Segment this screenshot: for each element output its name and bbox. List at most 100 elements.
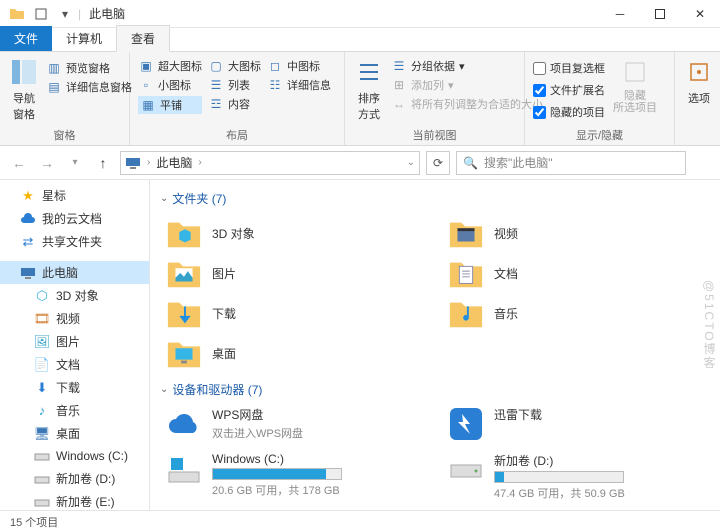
breadcrumb[interactable]: 此电脑 bbox=[156, 154, 192, 171]
folder-item[interactable]: 图片 bbox=[166, 255, 428, 291]
folder-item[interactable]: 音乐 bbox=[448, 295, 710, 331]
view-list[interactable]: ☰列表 bbox=[208, 77, 261, 93]
sidebar-item-label: 桌面 bbox=[56, 425, 80, 442]
sidebar-item-12[interactable]: Windows (C:) bbox=[0, 445, 149, 467]
folder-item[interactable]: 视频 bbox=[448, 215, 710, 251]
watermark: @51CTO博客 bbox=[701, 280, 718, 371]
hide-selected-button[interactable]: 隐藏 所选项目 bbox=[611, 56, 659, 114]
sidebar-item-label: 3D 对象 bbox=[56, 287, 99, 304]
folder-item[interactable]: 文档 bbox=[448, 255, 710, 291]
sidebar-item-8[interactable]: 📄文档 bbox=[0, 353, 149, 376]
drive-item[interactable]: Windows (C:) 20.6 GB 可用，共 178 GB bbox=[166, 452, 428, 501]
sidebar-item-4[interactable]: 此电脑 bbox=[0, 261, 149, 284]
checkbox-extensions[interactable]: 文件扩展名 bbox=[533, 82, 605, 98]
tab-computer[interactable]: 计算机 bbox=[52, 26, 116, 51]
drive-item[interactable]: WPS网盘双击进入WPS网盘 bbox=[166, 406, 428, 442]
sidebar-item-label: 下载 bbox=[56, 379, 80, 396]
preview-pane-button[interactable]: ▥预览窗格 bbox=[46, 60, 132, 76]
drive-icon bbox=[34, 494, 50, 510]
sidebar-item-label: 新加卷 (D:) bbox=[56, 470, 115, 487]
sidebar-item-label: 此电脑 bbox=[42, 264, 78, 281]
addcol-button[interactable]: ⊞添加列 ▾ bbox=[391, 77, 543, 93]
drive-item[interactable]: 迅雷下载 bbox=[448, 406, 710, 442]
close-button[interactable]: ✕ bbox=[680, 0, 720, 28]
sidebar-item-6[interactable]: 🎞 视频 bbox=[0, 307, 149, 330]
ribbon: 导航窗格 ▥预览窗格 ▤详细信息窗格 窗格 ▣超大图标 ▫小图标 ▦平铺 ▢大图… bbox=[0, 52, 720, 146]
sidebar-item-1[interactable]: 我的云文档 bbox=[0, 207, 149, 230]
content-pane: ⌄ 文件夹 (7) 3D 对象 视频图片文档下载 音乐桌面 ⌄ 设备和驱动器 (7)… bbox=[150, 180, 720, 510]
folder-item[interactable]: 下载 bbox=[166, 295, 428, 331]
sidebar-item-0[interactable]: ★星标 bbox=[0, 184, 149, 207]
sidebar-item-label: 共享文件夹 bbox=[42, 233, 102, 250]
up-button[interactable]: ↑ bbox=[92, 152, 114, 174]
recent-dropdown[interactable]: ▾ bbox=[64, 152, 86, 174]
cube-folder-icon bbox=[166, 215, 202, 251]
share-icon: ⇄ bbox=[20, 234, 36, 250]
sidebar-item-label: 星标 bbox=[42, 187, 66, 204]
sidebar-item-label: 图片 bbox=[56, 333, 80, 350]
sidebar-item-label: Windows (C:) bbox=[56, 449, 128, 463]
group-layout-label: 布局 bbox=[138, 125, 336, 145]
search-placeholder: 搜索"此电脑" bbox=[484, 154, 553, 171]
minimize-button[interactable]: ─ bbox=[600, 0, 640, 28]
view-details[interactable]: ☷详细信息 bbox=[267, 77, 331, 93]
details-pane-button[interactable]: ▤详细信息窗格 bbox=[46, 79, 132, 95]
checkbox-item-checkboxes[interactable]: 项目复选框 bbox=[533, 60, 605, 76]
sidebar-item-10[interactable]: ♪ 音乐 bbox=[0, 399, 149, 422]
folder-label: 下载 bbox=[212, 305, 236, 322]
music-icon: ♪ bbox=[34, 403, 50, 419]
sort-button[interactable]: 排序方式 bbox=[353, 56, 385, 122]
view-large[interactable]: ▢大图标 bbox=[208, 58, 261, 74]
view-medium[interactable]: ◻中图标 bbox=[267, 58, 331, 74]
back-button[interactable]: ← bbox=[8, 152, 30, 174]
sidebar-item-14[interactable]: 新加卷 (E:) bbox=[0, 490, 149, 510]
section-folders[interactable]: ⌄ 文件夹 (7) bbox=[160, 190, 710, 207]
autosize-button[interactable]: ↔将所有列调整为合适的大小 bbox=[391, 96, 543, 112]
navigation-pane-button[interactable]: 导航窗格 bbox=[8, 56, 40, 122]
folder-label: 3D 对象 bbox=[212, 225, 255, 242]
address-box[interactable]: › 此电脑 › ⌄ bbox=[120, 151, 420, 175]
qat-properties[interactable] bbox=[30, 3, 52, 25]
section-drives[interactable]: ⌄ 设备和驱动器 (7) bbox=[160, 381, 710, 398]
window-title: 此电脑 bbox=[89, 5, 125, 22]
sidebar-item-11[interactable]: 🖥桌面 bbox=[0, 422, 149, 445]
folder-item[interactable]: 桌面 bbox=[166, 335, 428, 371]
sidebar-item-label: 音乐 bbox=[56, 402, 80, 419]
sidebar-item-13[interactable]: 新加卷 (D:) bbox=[0, 467, 149, 490]
tab-view[interactable]: 查看 bbox=[116, 25, 170, 52]
folder-icon bbox=[6, 3, 28, 25]
desktop-folder-icon bbox=[166, 335, 202, 371]
video-icon: 🎞 bbox=[34, 311, 50, 327]
search-box[interactable]: 🔍 搜索"此电脑" bbox=[456, 151, 686, 175]
forward-button[interactable]: → bbox=[36, 152, 58, 174]
refresh-button[interactable]: ⟳ bbox=[426, 151, 450, 175]
drive-sub: 20.6 GB 可用，共 178 GB bbox=[212, 482, 428, 498]
sidebar-item-label: 视频 bbox=[56, 310, 80, 327]
checkbox-hidden[interactable]: 隐藏的项目 bbox=[533, 104, 605, 120]
sort-icon bbox=[353, 56, 385, 88]
view-tiles[interactable]: ▦平铺 bbox=[138, 96, 202, 114]
groupby-button[interactable]: ☰分组依据 ▾ bbox=[391, 58, 543, 74]
options-button[interactable]: 选项 bbox=[683, 56, 715, 106]
drive-sub: 47.4 GB 可用，共 50.9 GB bbox=[494, 485, 710, 501]
sidebar-item-7[interactable]: 🖼图片 bbox=[0, 330, 149, 353]
sidebar-item-9[interactable]: ⬇下载 bbox=[0, 376, 149, 399]
chevron-down-icon: ⌄ bbox=[160, 193, 168, 204]
address-dropdown-icon[interactable]: ⌄ bbox=[407, 157, 415, 168]
drive-sub: 双击进入WPS网盘 bbox=[212, 425, 428, 441]
view-content[interactable]: ☲内容 bbox=[208, 96, 261, 112]
folder-label: 桌面 bbox=[212, 345, 236, 362]
qat-dropdown[interactable]: ▾ bbox=[54, 3, 76, 25]
view-xlarge[interactable]: ▣超大图标 bbox=[138, 58, 202, 74]
drive-label: Windows (C:) bbox=[212, 452, 428, 466]
ribbon-tabs: 文件 计算机 查看 bbox=[0, 28, 720, 52]
tab-file[interactable]: 文件 bbox=[0, 26, 52, 51]
music-folder-icon bbox=[448, 295, 484, 331]
view-small[interactable]: ▫小图标 bbox=[138, 77, 202, 93]
folder-item[interactable]: 3D 对象 bbox=[166, 215, 428, 251]
sidebar-item-2[interactable]: ⇄ 共享文件夹 bbox=[0, 230, 149, 253]
sidebar: ★星标我的云文档 ⇄ 共享文件夹此电脑 ⬡3D 对象 🎞 视频 🖼图片📄文档⬇下载 ♪ 音乐 🖥桌… bbox=[0, 180, 150, 510]
drive-item[interactable]: 新加卷 (D:)47.4 GB 可用，共 50.9 GB bbox=[448, 452, 710, 501]
sidebar-item-5[interactable]: ⬡3D 对象 bbox=[0, 284, 149, 307]
maximize-button[interactable] bbox=[640, 0, 680, 28]
